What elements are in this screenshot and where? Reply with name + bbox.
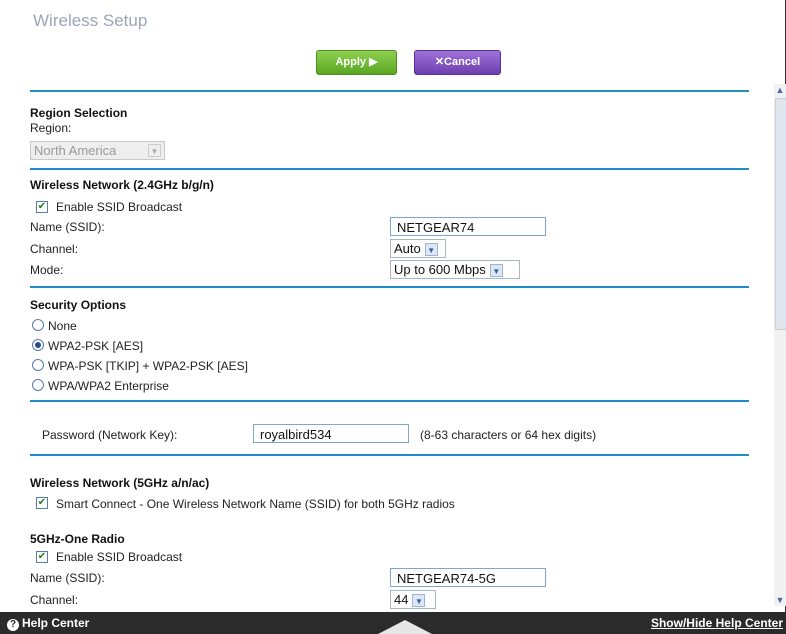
help-center-label: ? Help Center (7, 616, 89, 631)
scroll-down-icon[interactable]: ▼ (774, 594, 786, 606)
help-icon: ? (7, 619, 19, 631)
radio5-heading: 5GHz-One Radio (30, 532, 125, 546)
chevron-down-icon: ▼ (148, 144, 161, 157)
chevron-down-icon: ▼ (424, 243, 438, 257)
show-hide-help-center-link[interactable]: Show/Hide Help Center (651, 616, 783, 630)
section-divider (30, 90, 749, 92)
region-heading: Region Selection (30, 106, 128, 120)
mode-select-24[interactable]: Up to 600 Mbps ▼ (390, 260, 520, 279)
channel-value-5: 44 (394, 592, 409, 607)
ssid-label-24: Name (SSID): (30, 220, 105, 234)
security-option-enterprise: WPA/WPA2 Enterprise (48, 379, 169, 393)
security-heading: Security Options (30, 298, 127, 312)
help-drawer-handle[interactable] (378, 620, 432, 634)
channel-select-24[interactable]: Auto ▼ (390, 239, 446, 258)
security-option-none: None (48, 319, 77, 333)
region-label: Region: (30, 121, 72, 135)
enable-ssid-checkbox-24[interactable]: ✔ (36, 201, 48, 213)
security-option-wpa-mixed: WPA-PSK [TKIP] + WPA2-PSK [AES] (48, 359, 248, 373)
scroll-up-icon[interactable]: ▲ (774, 84, 786, 96)
security-radio-enterprise[interactable] (32, 379, 44, 391)
mode-value-24: Up to 600 Mbps (394, 262, 486, 277)
help-center-text: Help Center (22, 616, 90, 630)
section-divider (30, 168, 749, 170)
password-input[interactable]: royalbird534 (253, 424, 409, 443)
enable-ssid-label-5: Enable SSID Broadcast (56, 550, 183, 564)
smart-connect-label: Smart Connect - One Wireless Network Nam… (56, 497, 455, 511)
settings-panel: Region Selection Region: North America ▼… (20, 80, 774, 612)
channel-select-5[interactable]: 44 ▼ (390, 590, 436, 609)
security-radio-none[interactable] (32, 319, 44, 331)
region-select[interactable]: North America ▼ (30, 141, 165, 160)
channel-label-5: Channel: (30, 593, 79, 607)
ssid-input-24[interactable]: NETGEAR74 (390, 217, 546, 236)
page-title: Wireless Setup (33, 11, 148, 30)
help-center-bar: ? Help Center Show/Hide Help Center (0, 612, 786, 634)
enable-ssid-label-24: Enable SSID Broadcast (56, 200, 183, 214)
security-radio-wpa-mixed[interactable] (32, 359, 44, 371)
ssid-input-5[interactable]: NETGEAR74-5G (390, 568, 546, 587)
wifi24-heading: Wireless Network (2.4GHz b/g/n) (30, 178, 214, 192)
smart-connect-checkbox[interactable]: ✔ (36, 497, 48, 509)
section-divider (30, 400, 749, 402)
chevron-down-icon: ▼ (412, 594, 426, 608)
section-divider (30, 454, 749, 456)
scrollbar-thumb[interactable] (775, 98, 786, 330)
ssid-label-5: Name (SSID): (30, 571, 105, 585)
section-divider (30, 286, 749, 288)
channel-value-24: Auto (394, 241, 421, 256)
security-option-wpa2: WPA2-PSK [AES] (48, 339, 144, 353)
enable-ssid-checkbox-5[interactable]: ✔ (36, 551, 48, 563)
channel-label-24: Channel: (30, 242, 79, 256)
mode-label-24: Mode: (30, 263, 64, 277)
password-label: Password (Network Key): (42, 428, 178, 442)
cancel-button[interactable]: ✕Cancel (414, 50, 501, 75)
chevron-down-icon: ▼ (489, 264, 503, 278)
wifi5-heading: Wireless Network (5GHz a/n/ac) (30, 476, 210, 490)
region-value: North America (34, 143, 117, 158)
vertical-scrollbar[interactable]: ▲ ▼ (774, 84, 786, 606)
apply-button[interactable]: Apply ▶ (316, 50, 397, 75)
security-radio-wpa2[interactable] (32, 339, 44, 351)
password-hint: (8-63 characters or 64 hex digits) (420, 428, 597, 442)
